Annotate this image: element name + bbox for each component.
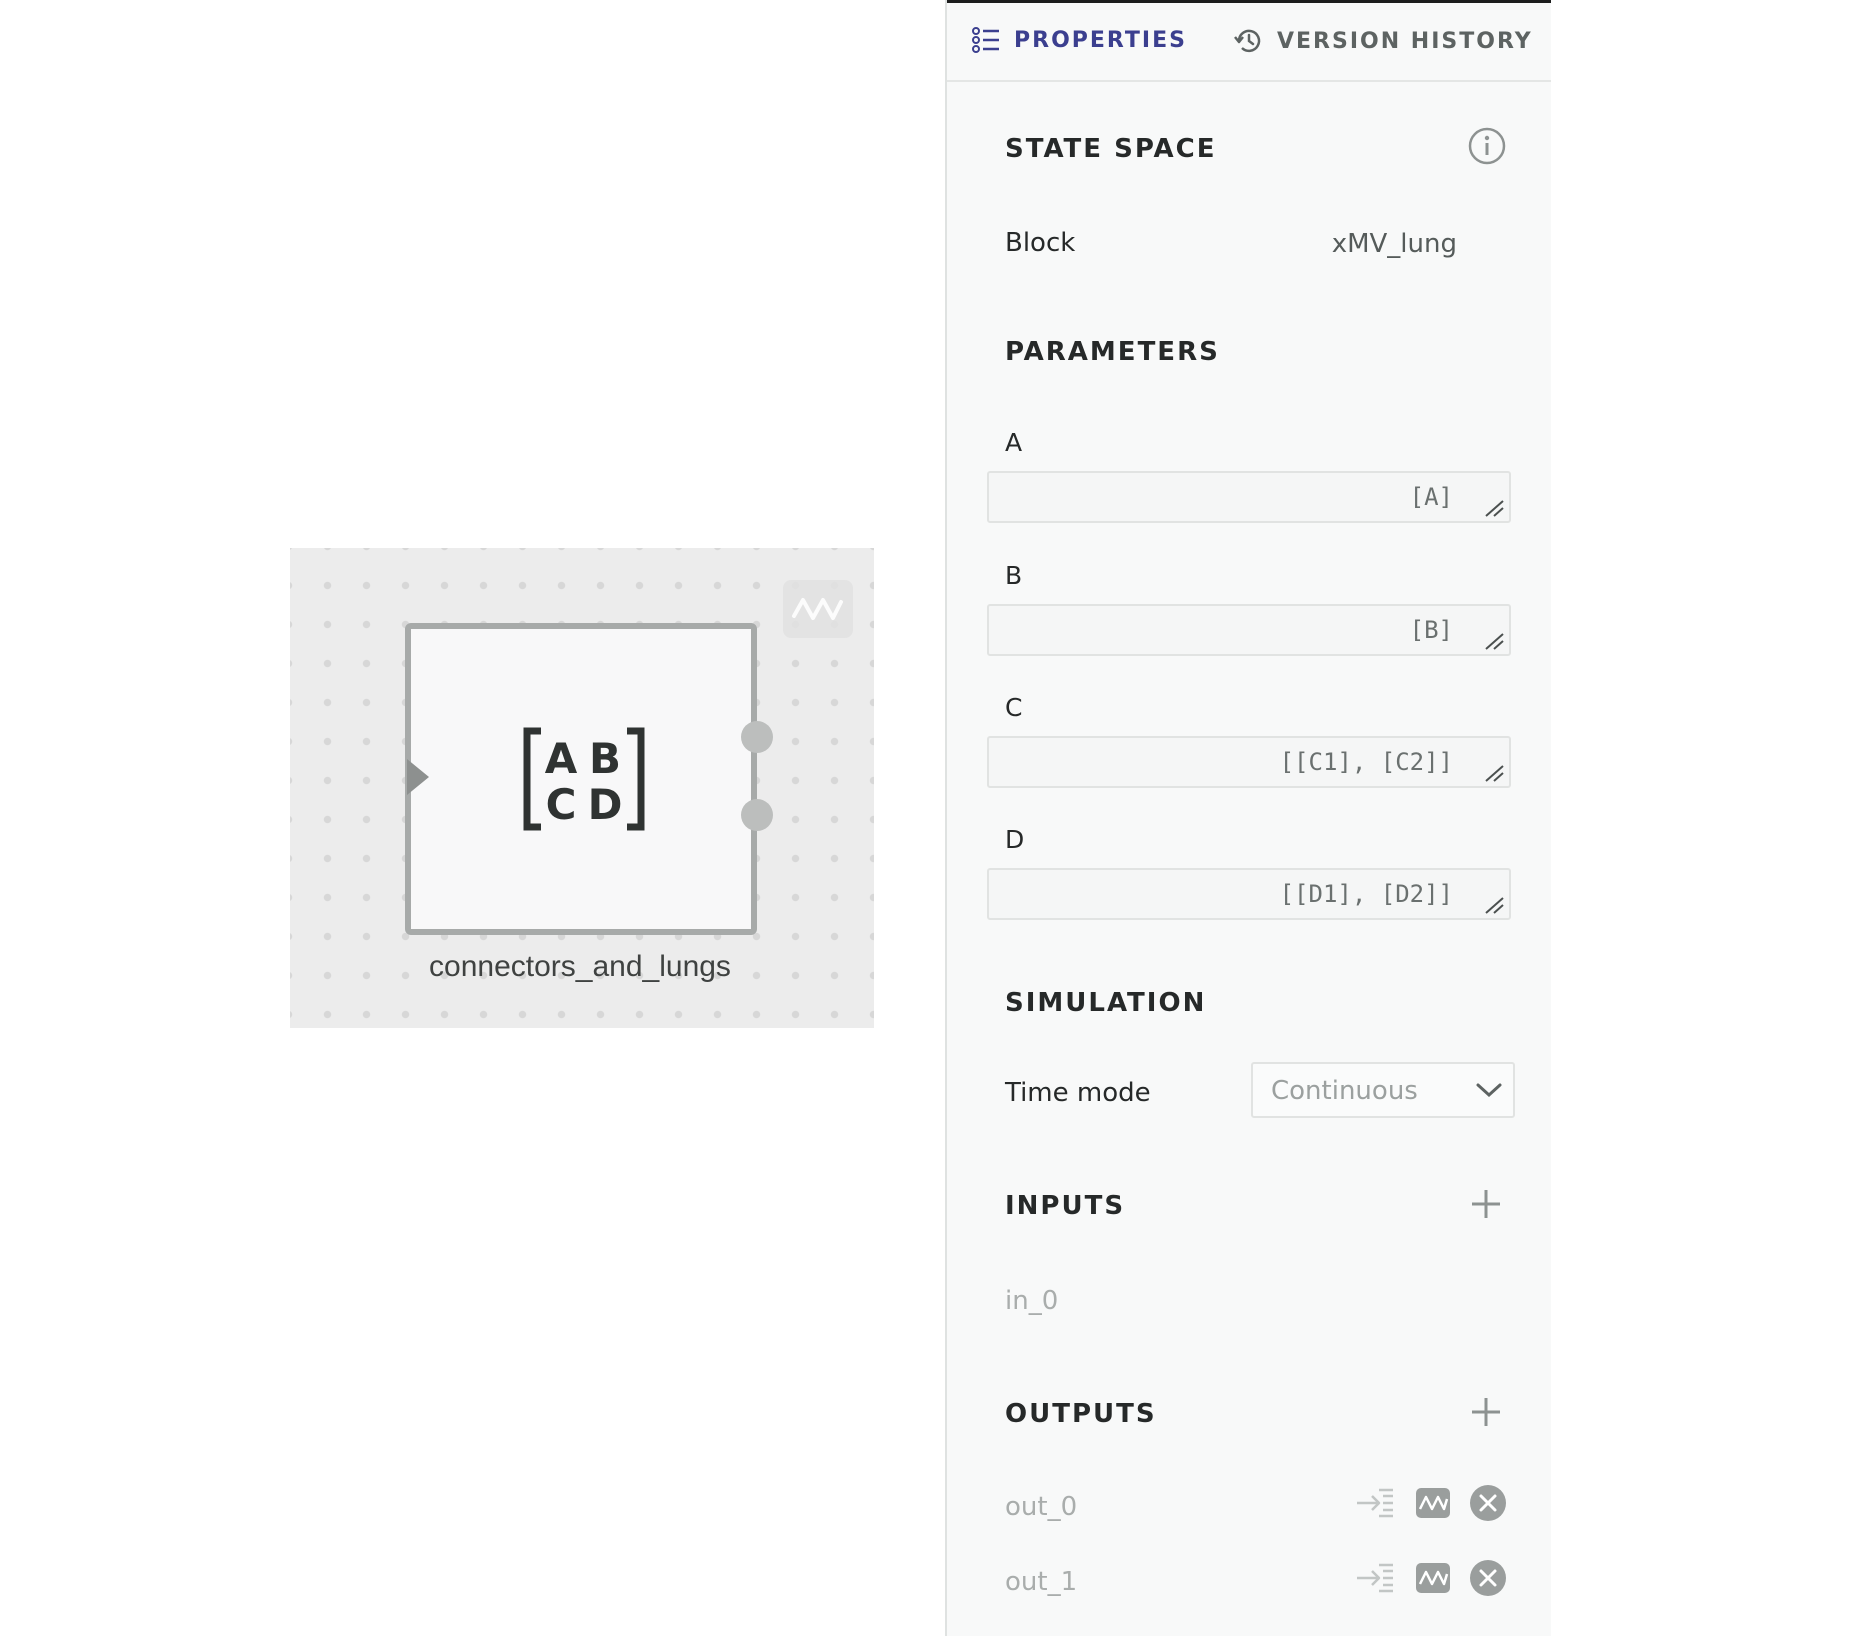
inputs-title: INPUTS	[1005, 1191, 1126, 1221]
tab-version-history[interactable]: VERSION HISTORY	[1233, 27, 1533, 55]
tab-properties-label: PROPERTIES	[1014, 27, 1187, 53]
param-a-value: [A]	[1409, 483, 1453, 511]
matrix-letter-a: A	[545, 734, 578, 783]
param-a-input[interactable]: [A]	[987, 471, 1511, 523]
resize-grip-icon[interactable]	[1483, 498, 1505, 518]
output-port-name[interactable]: out_1	[1005, 1567, 1077, 1597]
param-c-input[interactable]: [[C1], [C2]]	[987, 736, 1511, 788]
panel-tabs: PROPERTIES VERSION HISTORY	[947, 3, 1551, 82]
param-d-label: D	[1005, 825, 1025, 854]
resize-grip-icon[interactable]	[1483, 763, 1505, 783]
waveform-icon	[792, 598, 843, 620]
time-mode-value: Continuous	[1271, 1076, 1418, 1106]
param-b-label: B	[1005, 561, 1023, 590]
resize-grip-icon[interactable]	[1483, 631, 1505, 651]
waveform-icon[interactable]	[1415, 1487, 1451, 1519]
waveform-icon[interactable]	[1415, 1562, 1451, 1594]
param-a-label: A	[1005, 428, 1023, 457]
time-mode-select[interactable]: Continuous	[1251, 1062, 1515, 1118]
output-port-actions	[1353, 1559, 1507, 1597]
port-connect-icon[interactable]	[1353, 1559, 1397, 1597]
input-port-in-0[interactable]	[407, 759, 429, 795]
state-space-block[interactable]: A B C D	[405, 623, 773, 935]
add-output-button[interactable]	[1469, 1395, 1503, 1429]
matrix-letter-b: B	[589, 734, 621, 783]
outputs-title: OUTPUTS	[1005, 1399, 1157, 1429]
param-b-value: [B]	[1409, 616, 1453, 644]
state-space-matrix-icon: A B C D	[523, 727, 645, 831]
output-port-out-0[interactable]	[741, 721, 773, 753]
block-type-value: xMV_lung	[1331, 229, 1457, 259]
state-space-title: STATE SPACE	[1005, 134, 1217, 164]
matrix-letter-d: D	[588, 780, 623, 829]
properties-panel: PROPERTIES VERSION HISTORY STATE SPACE B…	[945, 0, 1551, 1636]
output-port-out-1[interactable]	[741, 799, 773, 831]
matrix-letter-c: C	[546, 780, 577, 829]
tab-version-history-label: VERSION HISTORY	[1277, 28, 1533, 54]
output-port-actions	[1353, 1484, 1507, 1522]
output-port-name[interactable]: out_0	[1005, 1492, 1077, 1522]
time-mode-label: Time mode	[1005, 1078, 1151, 1108]
input-port-name[interactable]: in_0	[1005, 1286, 1058, 1316]
port-connect-icon[interactable]	[1353, 1484, 1397, 1522]
param-c-value: [[C1], [C2]]	[1279, 748, 1453, 776]
chevron-down-icon	[1476, 1083, 1502, 1098]
plot-toggle-button[interactable]	[783, 580, 853, 638]
block-name-label[interactable]: connectors_and_lungs	[370, 950, 790, 984]
list-icon	[972, 27, 999, 53]
param-d-input[interactable]: [[D1], [D2]]	[987, 868, 1511, 920]
tab-properties[interactable]: PROPERTIES	[972, 27, 1187, 53]
remove-output-button[interactable]	[1469, 1559, 1507, 1597]
parameters-title: PARAMETERS	[1005, 337, 1220, 367]
history-icon	[1234, 29, 1261, 53]
param-b-input[interactable]: [B]	[987, 604, 1511, 656]
add-input-button[interactable]	[1469, 1187, 1503, 1221]
info-icon[interactable]	[1467, 126, 1507, 166]
param-d-value: [[D1], [D2]]	[1279, 880, 1453, 908]
simulation-title: SIMULATION	[1005, 988, 1207, 1018]
remove-output-button[interactable]	[1469, 1484, 1507, 1522]
resize-grip-icon[interactable]	[1483, 895, 1505, 915]
param-c-label: C	[1005, 693, 1023, 722]
model-canvas[interactable]: A B C D connectors_and_lungs	[290, 548, 874, 1028]
block-type-label: Block	[1005, 228, 1076, 258]
